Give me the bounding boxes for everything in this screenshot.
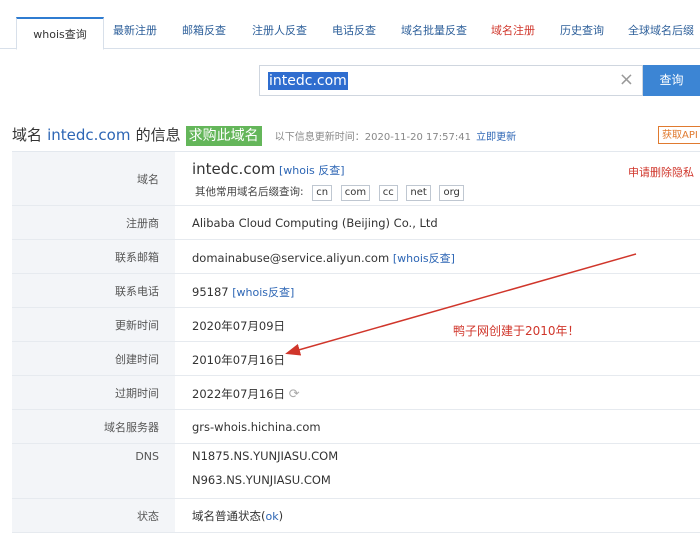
registrar-value: Alibaba Cloud Computing (Beijing) Co., L…	[192, 216, 438, 230]
suffix-org[interactable]: org	[439, 185, 464, 201]
tab-phone-reverse[interactable]: 电话反查	[332, 22, 376, 38]
dns-value-2: N963.NS.YUNJIASU.COM	[192, 473, 331, 487]
buy-domain-button[interactable]: 求购此域名	[185, 126, 262, 146]
dns-value-1: N1875.NS.YUNJIASU.COM	[192, 449, 339, 463]
row-dns: DNS N1875.NS.YUNJIASU.COM N963.NS.YUNJIA…	[12, 444, 700, 499]
tab-domain-register[interactable]: 域名注册	[491, 22, 535, 38]
close-icon[interactable]: ×	[619, 69, 634, 90]
phone-reverse-link[interactable]: [whois反查]	[232, 286, 294, 299]
row-label: 过期时间	[12, 376, 175, 409]
status-ok-link[interactable]: ok	[266, 510, 279, 523]
annotation-note: 鸭子网创建于2010年！	[453, 324, 580, 338]
tab-global-suffix[interactable]: 全球域名后缀	[628, 22, 694, 38]
tab-registrant-reverse[interactable]: 注册人反查	[252, 22, 307, 38]
suffix-com[interactable]: com	[340, 185, 371, 201]
phone-value: 95187	[192, 285, 229, 299]
row-server: 域名服务器 grs-whois.hichina.com	[12, 410, 700, 444]
whois-reverse-link[interactable]: [whois 反查]	[279, 164, 345, 177]
suffix-net[interactable]: net	[406, 185, 431, 201]
update-time-text: 以下信息更新时间：2020-11-20 17:57:41	[274, 132, 471, 143]
row-email: 联系邮箱 domainabuse@service.aliyun.com [who…	[12, 240, 700, 274]
created-value: 2010年07月16日	[192, 353, 286, 367]
tab-whois[interactable]: whois查询	[16, 17, 104, 50]
update-now-link[interactable]: 立即更新	[476, 132, 516, 143]
email-value: domainabuse@service.aliyun.com	[192, 251, 390, 265]
tab-latest-register[interactable]: 最新注册	[113, 22, 157, 38]
server-value: grs-whois.hichina.com	[192, 420, 321, 434]
row-label: 联系电话	[12, 274, 175, 307]
status-prefix: 域名普通状态(	[192, 509, 266, 523]
suffix-cn[interactable]: cn	[312, 185, 333, 201]
tab-email-reverse[interactable]: 邮箱反查	[182, 22, 226, 38]
domain-info-heading: 域名 intedc.com 的信息 求购此域名 以下信息更新时间：2020-11…	[12, 124, 516, 146]
whois-table: 域名 intedc.com [whois 反查] 其他常用域名后缀查询: cn …	[12, 151, 700, 533]
row-created: 创建时间 2010年07月16日	[12, 342, 700, 376]
search-button[interactable]: 查询	[643, 65, 700, 96]
row-label: 创建时间	[12, 342, 175, 375]
info-prefix: 域名	[12, 126, 43, 144]
row-status: 状态 域名普通状态(ok)	[12, 499, 700, 533]
delete-privacy-link[interactable]: 申请删除隐私	[628, 164, 694, 180]
search-input-value: intedc.com	[268, 72, 348, 90]
row-label: 注册商	[12, 206, 175, 239]
updated-value: 2020年07月09日	[192, 319, 286, 333]
suffix-cc[interactable]: cc	[378, 185, 398, 201]
search-input[interactable]: intedc.com ×	[259, 65, 643, 96]
row-domain: 域名 intedc.com [whois 反查] 其他常用域名后缀查询: cn …	[12, 152, 700, 206]
row-label: 状态	[12, 499, 175, 532]
refresh-icon[interactable]: ⟳	[289, 387, 300, 402]
tab-history[interactable]: 历史查询	[560, 22, 604, 38]
row-updated: 更新时间 2020年07月09日	[12, 308, 700, 342]
info-domain: intedc.com	[47, 126, 131, 144]
row-label: 域名	[12, 152, 175, 205]
row-label: 联系邮箱	[12, 240, 175, 273]
email-reverse-link[interactable]: [whois反查]	[393, 252, 455, 265]
domain-name: intedc.com	[192, 160, 276, 178]
get-api-button[interactable]: 获取API	[658, 126, 700, 144]
row-registrar: 注册商 Alibaba Cloud Computing (Beijing) Co…	[12, 206, 700, 240]
status-suffix: )	[278, 509, 284, 523]
info-suffix: 的信息	[135, 126, 181, 144]
tab-batch-reverse[interactable]: 域名批量反查	[401, 22, 467, 38]
row-phone: 联系电话 95187 [whois反查]	[12, 274, 700, 308]
row-label: DNS	[12, 444, 175, 498]
row-label: 更新时间	[12, 308, 175, 341]
row-label: 域名服务器	[12, 410, 175, 443]
suffix-label: 其他常用域名后缀查询:	[195, 186, 304, 198]
nav-tabs: whois查询 最新注册 邮箱反查 注册人反查 电话反查 域名批量反查 域名注册…	[0, 0, 700, 50]
row-expires: 过期时间 2022年07月16日 ⟳	[12, 376, 700, 410]
expires-value: 2022年07月16日	[192, 387, 286, 401]
